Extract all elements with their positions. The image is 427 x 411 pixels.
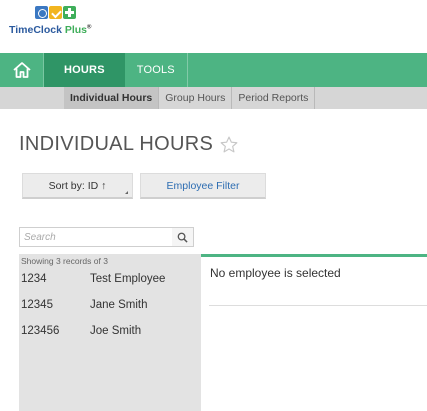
employee-id: 123456 [21, 325, 60, 337]
search-box [19, 227, 194, 247]
employee-filter-button[interactable]: Employee Filter [140, 173, 266, 199]
employee-name: Joe Smith [90, 325, 142, 337]
employee-name: Test Employee [90, 273, 166, 285]
employee-filter-label: Employee Filter [166, 179, 240, 192]
page-title: INDIVIDUAL HOURS [19, 133, 214, 155]
employee-name: Jane Smith [90, 299, 148, 311]
detail-panel-accent-bar [201, 254, 427, 257]
page-title-container: INDIVIDUAL HOURS [19, 133, 239, 156]
plus-icon [63, 6, 76, 19]
logo-icons [35, 6, 76, 19]
home-button[interactable] [0, 53, 44, 87]
subtab-group-hours[interactable]: Group Hours [159, 87, 233, 109]
subtab-individual-hours[interactable]: Individual Hours [64, 87, 160, 109]
sort-button[interactable]: Sort by: ID ↑ [22, 173, 133, 199]
nav-tab-hours[interactable]: HOURS [44, 53, 125, 87]
employee-row[interactable]: 12345 Jane Smith [19, 292, 201, 318]
search-icon [177, 232, 188, 243]
search-input[interactable] [20, 228, 173, 246]
subtab-period-reports[interactable]: Period Reports [232, 87, 316, 109]
home-icon [12, 62, 31, 78]
employee-id: 1234 [21, 273, 47, 285]
logo-text: TimeClock Plus® [9, 24, 92, 36]
main-navbar: HOURS TOOLS [0, 53, 427, 87]
search-button[interactable] [172, 228, 193, 246]
favorite-star-icon[interactable] [219, 135, 239, 155]
records-count: Showing 3 records of 3 [21, 256, 108, 266]
sort-button-label: Sort by: ID ↑ [48, 179, 107, 192]
detail-divider [209, 305, 427, 306]
nav-tab-tools[interactable]: TOOLS [125, 53, 188, 87]
clock-icon [35, 6, 48, 19]
employee-id: 12345 [21, 299, 53, 311]
check-icon [49, 6, 62, 19]
sub-navbar: Individual Hours Group Hours Period Repo… [0, 87, 427, 109]
employee-row[interactable]: 1234 Test Employee [19, 266, 201, 292]
employee-list: Showing 3 records of 3 1234 Test Employe… [19, 254, 201, 411]
employee-row[interactable]: 123456 Joe Smith [19, 318, 201, 344]
timeclock-plus-logo: TimeClock Plus® [9, 6, 99, 44]
no-employee-message: No employee is selected [210, 266, 341, 280]
